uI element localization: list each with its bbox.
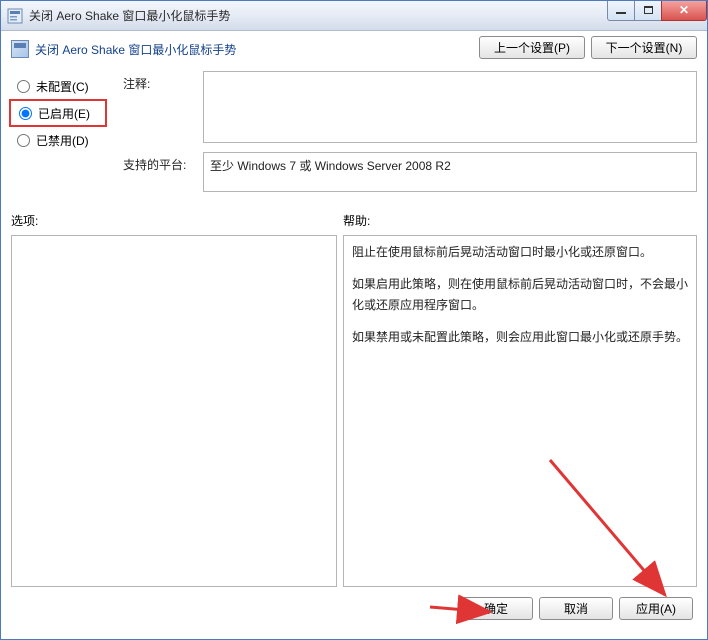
button-bar: 确定 取消 应用(A) [11,587,697,629]
app-icon [7,8,23,24]
close-button[interactable]: ✕ [661,1,707,21]
minimize-button[interactable] [607,1,635,21]
prev-setting-button[interactable]: 上一个设置(P) [479,36,585,59]
next-setting-button[interactable]: 下一个设置(N) [591,36,697,59]
comment-textarea[interactable] [203,71,697,143]
options-pane[interactable] [11,235,337,587]
radio-label: 已启用(E) [38,105,90,122]
help-pane[interactable]: 阻止在使用鼠标前后晃动活动窗口时最小化或还原窗口。 如果启用此策略，则在使用鼠标… [343,235,697,587]
radio-enabled[interactable]: 已启用(E) [13,101,90,125]
radio-label: 未配置(C) [36,78,89,95]
radio-disabled[interactable]: 已禁用(D) [11,127,123,153]
policy-title: 关闭 Aero Shake 窗口最小化鼠标手势 [35,41,473,58]
radio-not-configured[interactable]: 未配置(C) [11,73,123,99]
radio-label: 已禁用(D) [36,132,89,149]
window-controls: ✕ [608,1,707,21]
window-title: 关闭 Aero Shake 窗口最小化鼠标手势 [29,7,608,24]
supported-on-text: 至少 Windows 7 或 Windows Server 2008 R2 [210,159,451,173]
cancel-button[interactable]: 取消 [539,597,613,620]
help-paragraph: 如果启用此策略，则在使用鼠标前后晃动活动窗口时，不会最小化或还原应用程序窗口。 [352,274,688,315]
title-bar: 关闭 Aero Shake 窗口最小化鼠标手势 ✕ [1,1,707,31]
content-area: 关闭 Aero Shake 窗口最小化鼠标手势 上一个设置(P) 下一个设置(N… [1,31,707,639]
header-row: 关闭 Aero Shake 窗口最小化鼠标手势 上一个设置(P) 下一个设置(N… [11,39,697,59]
options-label: 选项: [11,212,343,229]
supported-on-label: 支持的平台: [123,152,203,192]
apply-button[interactable]: 应用(A) [619,597,693,620]
ok-button[interactable]: 确定 [459,597,533,620]
policy-editor-window: 关闭 Aero Shake 窗口最小化鼠标手势 ✕ 关闭 Aero Shake … [0,0,708,640]
help-label: 帮助: [343,212,697,229]
help-paragraph: 如果禁用或未配置此策略，则会应用此窗口最小化或还原手势。 [352,327,688,347]
supported-on-box: 至少 Windows 7 或 Windows Server 2008 R2 [203,152,697,192]
policy-icon [11,40,29,58]
comment-label: 注释: [123,71,203,146]
help-paragraph: 阻止在使用鼠标前后晃动活动窗口时最小化或还原窗口。 [352,242,688,262]
maximize-button[interactable] [634,1,662,21]
state-radio-group: 未配置(C) 已启用(E) 已禁用(D) [11,71,123,192]
